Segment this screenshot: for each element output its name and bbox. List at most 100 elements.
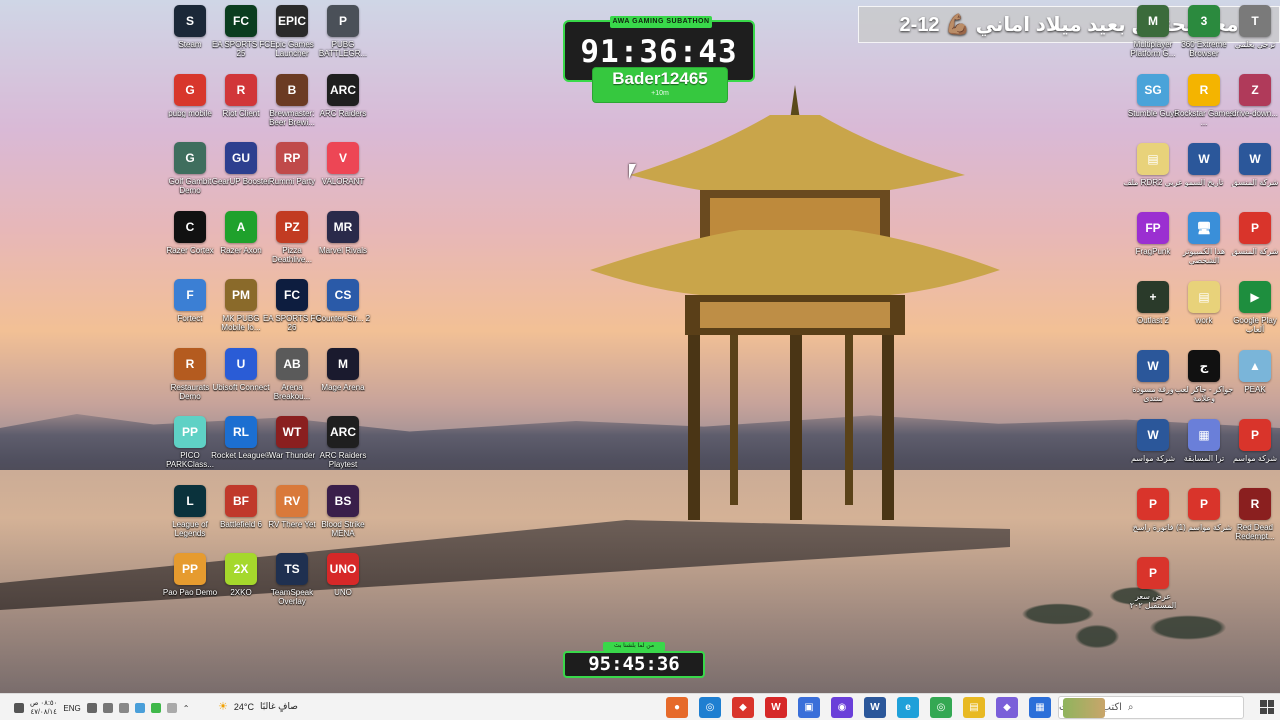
desktop-shortcut[interactable]: TS TeamSpeak Overlay — [265, 553, 319, 619]
desktop-shortcut[interactable]: EPIC Epic Games Launcher — [265, 5, 319, 71]
desktop-shortcut[interactable]: 2X 2XKO — [214, 553, 268, 619]
desktop-shortcut[interactable]: ▤ work — [1177, 281, 1231, 347]
golf-icon: G — [174, 142, 206, 174]
desktop-shortcut[interactable]: U Ubisoft Connect — [213, 347, 269, 414]
desktop-shortcut[interactable]: R Restaurats Demo — [163, 347, 217, 414]
desktop-shortcut[interactable]: WT War Thunder — [265, 416, 319, 482]
arc-icon: ARC — [327, 73, 359, 106]
desktop-shortcut[interactable]: P PUBG BATTLEGR... — [316, 5, 370, 71]
desktop-shortcut[interactable]: UNO UNO — [316, 553, 370, 619]
mage-icon: M — [327, 347, 359, 380]
desktop-shortcut[interactable]: PZ Pizza Deathlive... — [265, 210, 319, 277]
desktop-shortcut[interactable]: BS Blood Strike MENA — [316, 484, 370, 551]
cortex-icon: C — [174, 210, 206, 243]
image-icon: ▦ — [1188, 419, 1220, 451]
desktop-shortcut[interactable]: FC EA SPORTS FC 25 — [212, 5, 270, 71]
desktop-shortcut[interactable]: CS Counter-Str... 2 — [316, 279, 370, 345]
chevron-up-icon[interactable]: ⌃ — [183, 704, 190, 713]
desktop-shortcut[interactable]: P شركة المنسق — [1228, 212, 1280, 278]
desktop-shortcut[interactable]: AB Arena Breakou... — [265, 347, 319, 414]
desktop-shortcut[interactable]: P شركة مواسم — [1228, 419, 1280, 485]
app-icon: T — [1239, 5, 1271, 37]
subathon-latest-sub: Bader12465 +10m — [592, 67, 728, 103]
taskbar-app-chrome-icon[interactable]: ◎ — [930, 697, 952, 718]
desktop-shortcut[interactable]: Zdrive-down... — [1228, 74, 1280, 140]
taskbar-app-explorer-icon[interactable]: ▤ — [963, 697, 985, 718]
taskbar-app-store-icon[interactable]: ▦ — [1029, 697, 1051, 718]
clock[interactable]: ٠٨:٥٠ ص ٤٧/٠٨/١٤ — [30, 699, 57, 717]
network-icon[interactable] — [102, 703, 113, 713]
desktop-shortcut[interactable]: ▲ PEAK — [1228, 350, 1280, 416]
stumble-icon: SG — [1137, 74, 1169, 106]
desktop-shortcut[interactable]: 🖥 هذا الكمبيوتر الشخصي — [1177, 212, 1231, 278]
desktop-shortcut[interactable]: ARC ARC Raiders — [316, 73, 370, 140]
desktop-shortcut[interactable]: B Brewmaster: Beer Brewi... — [265, 73, 319, 140]
desktop-shortcut[interactable]: G Golf Gambit Demo — [163, 142, 217, 208]
tray-app-icon[interactable] — [166, 703, 177, 713]
subscriber-name: Bader12465 — [612, 69, 708, 88]
taskbar-app-3-icon[interactable]: ◆ — [732, 697, 754, 718]
desktop-shortcut[interactable]: R Rockstar Games ... — [1174, 74, 1234, 140]
desktop-shortcut[interactable]: MR Marvel Rivals — [316, 210, 370, 277]
search-box[interactable]: ⌕ اكتب هنا للبحث — [1058, 696, 1244, 719]
search-icon: ⌕ — [1127, 702, 1134, 713]
tray-razer-icon[interactable] — [150, 703, 161, 713]
desktop-shortcut[interactable]: C Razer Cortex — [163, 210, 217, 277]
desktop-shortcut[interactable]: Gpubg mobile — [163, 73, 217, 140]
desktop-shortcut[interactable]: PP Pao Pao Demo — [163, 553, 217, 619]
volume-icon[interactable] — [118, 703, 129, 713]
desktop-shortcut[interactable]: PM MK PUBG Mobile Io... — [214, 279, 268, 345]
desktop-shortcut[interactable]: ARC ARC Raiders Playtest — [316, 416, 370, 482]
desktop-shortcut[interactable]: M Multiplayer Platform G... — [1126, 5, 1180, 71]
desktop-shortcut[interactable]: FP FragPunk — [1126, 212, 1180, 278]
desktop-shortcut[interactable]: P عرض سعر المستقبل ٢٠٢ — [1126, 557, 1180, 623]
desktop-shortcut[interactable]: W تاريخ السمو — [1177, 143, 1231, 209]
desktop-shortcut[interactable]: BF Battlefield 6 — [214, 484, 268, 551]
desktop-shortcut[interactable]: RP Rummi Party — [265, 142, 319, 208]
language-indicator[interactable]: ENG — [63, 704, 80, 713]
desktop-shortcut[interactable]: FC EA SPORTS FC 26 — [263, 279, 321, 345]
desktop-shortcut[interactable]: ▶ Google Play ألعاب — [1228, 281, 1280, 347]
desktop-shortcut[interactable]: W شركة المنسق — [1228, 143, 1280, 209]
desktop-shortcut[interactable]: ▤ ملف RDR2 عربي — [1123, 143, 1183, 209]
desktop-shortcut[interactable]: V VALORANT — [316, 142, 370, 208]
desktop-shortcut[interactable]: R Red Dead Redempt... — [1228, 488, 1280, 554]
notification-icon[interactable] — [14, 703, 24, 713]
desktop-shortcut[interactable]: M Mage Arena — [316, 347, 370, 414]
desktop-shortcut[interactable]: P شركة مواسم (1) — [1176, 488, 1232, 554]
desktop-shortcut[interactable]: L League of Legends — [163, 484, 217, 551]
desktop-shortcut[interactable]: RV RV There Yet — [265, 484, 319, 551]
desktop-shortcut[interactable]: 3 360 Extreme Browser — [1177, 5, 1231, 71]
microphone-icon[interactable] — [86, 703, 97, 713]
desktop-shortcut[interactable]: + Outlast 2 — [1126, 281, 1180, 347]
taskbar-app-2-icon[interactable]: ◎ — [699, 697, 721, 718]
desktop-shortcut[interactable]: P فاتورة راسخ — [1126, 488, 1180, 554]
taskbar-app-1-icon[interactable]: ● — [666, 697, 688, 718]
desktop-shortcut[interactable]: ▦ ترا المسابقة — [1177, 419, 1231, 485]
desktop-shortcut[interactable]: W ورقة مسودة منتدى — [1126, 350, 1180, 416]
desktop-shortcut[interactable]: GU GearUP Booster — [212, 142, 270, 208]
desktop-shortcut[interactable]: W شركة مواسم — [1126, 419, 1180, 485]
desktop-shortcut[interactable]: SG Stumble Guys — [1126, 74, 1180, 140]
desktop-shortcut[interactable]: PP PICO PARKClass... — [163, 416, 217, 482]
desktop-shortcut[interactable]: F Fortect — [163, 279, 217, 345]
desktop-shortcut[interactable]: R Riot Client — [214, 73, 268, 140]
warthunder-icon: WT — [276, 416, 308, 448]
taskbar-app-edge-icon[interactable]: e — [897, 697, 919, 718]
mouse-cursor — [629, 164, 641, 179]
taskbar-app-7-icon[interactable]: W — [864, 697, 886, 718]
desktop-shortcut[interactable]: RL Rocket League® — [211, 416, 271, 482]
desktop-shortcut[interactable]: T ترجي يعلمي — [1228, 5, 1280, 71]
tray-app-icon[interactable] — [134, 703, 145, 713]
desktop-shortcut[interactable]: A Razer Axon — [214, 210, 268, 277]
weather-widget[interactable]: ☀ 24°C صافٍ غالبًا — [218, 700, 298, 713]
desktop-shortcut[interactable]: S Steam — [163, 5, 217, 71]
teamspeak-icon: TS — [276, 553, 308, 585]
pubg-icon: P — [327, 5, 359, 37]
taskbar-app-4-icon[interactable]: W — [765, 697, 787, 718]
taskbar-app-5-icon[interactable]: ▣ — [798, 697, 820, 718]
taskbar-app-11-icon[interactable]: ◆ — [996, 697, 1018, 718]
taskbar-app-6-icon[interactable]: ◉ — [831, 697, 853, 718]
start-button[interactable] — [1260, 700, 1274, 714]
desktop-shortcut[interactable]: ج جواكر - جاكر لعب وعلامة — [1175, 350, 1233, 416]
